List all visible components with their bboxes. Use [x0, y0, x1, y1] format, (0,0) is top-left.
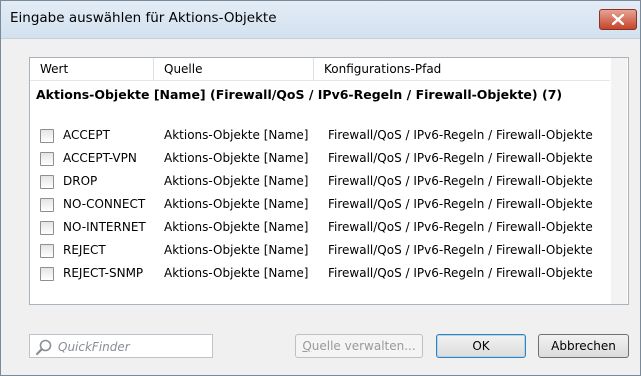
list-header: Wert Quelle Konfigurations-Pfad: [30, 58, 610, 81]
source-cell: Aktions-Objekte [Name]: [164, 243, 309, 257]
button-label: Abbrechen: [551, 339, 616, 353]
cancel-button[interactable]: Abbrechen: [538, 334, 629, 358]
path-cell: Firewall/QoS / IPv6-Regeln / Firewall-Ob…: [328, 266, 593, 280]
path-cell: Firewall/QoS / IPv6-Regeln / Firewall-Ob…: [328, 174, 593, 188]
checkbox-icon[interactable]: [40, 129, 54, 143]
close-icon: [612, 14, 624, 25]
button-mnemonic: Q: [302, 339, 312, 353]
source-cell: Aktions-Objekte [Name]: [164, 266, 309, 280]
selection-list[interactable]: Wert Quelle Konfigurations-Pfad Aktions-…: [29, 57, 629, 305]
source-cell: Aktions-Objekte [Name]: [164, 174, 309, 188]
checkbox-icon[interactable]: [40, 198, 54, 212]
value-cell: ACCEPT: [63, 128, 110, 142]
ok-button[interactable]: OK: [436, 334, 526, 358]
value-cell: DROP: [63, 174, 98, 188]
column-header-label: Wert: [40, 62, 69, 76]
source-cell: Aktions-Objekte [Name]: [164, 220, 309, 234]
path-cell: Firewall/QoS / IPv6-Regeln / Firewall-Ob…: [328, 197, 593, 211]
table-row[interactable]: ACCEPT Aktions-Objekte [Name] Firewall/QoS…: [30, 125, 610, 147]
checkbox-icon[interactable]: [40, 221, 54, 235]
close-button[interactable]: [599, 9, 637, 30]
table-row[interactable]: ACCEPT-VPN Aktions-Objekte [Name] Firewall…: [30, 148, 610, 170]
table-row[interactable]: REJECT-SNMP Aktions-Objekte [Name] Firewal…: [30, 263, 610, 285]
table-row[interactable]: REJECT Aktions-Objekte [Name] Firewall/QoS…: [30, 240, 610, 262]
value-cell: ACCEPT-VPN: [63, 151, 137, 165]
quickfinder-field[interactable]: [29, 334, 213, 358]
column-header-wert[interactable]: Wert: [30, 58, 154, 80]
value-cell: NO-INTERNET: [63, 220, 146, 234]
checkbox-icon[interactable]: [40, 244, 54, 258]
value-cell: REJECT-SNMP: [63, 266, 144, 280]
checkbox-icon[interactable]: [40, 175, 54, 189]
table-row[interactable]: DROP Aktions-Objekte [Name] Firewall/QoS /…: [30, 171, 610, 193]
value-cell: REJECT: [63, 243, 106, 257]
source-cell: Aktions-Objekte [Name]: [164, 197, 309, 211]
path-cell: Firewall/QoS / IPv6-Regeln / Firewall-Ob…: [328, 220, 593, 234]
path-cell: Firewall/QoS / IPv6-Regeln / Firewall-Ob…: [328, 151, 593, 165]
path-cell: Firewall/QoS / IPv6-Regeln / Firewall-Ob…: [328, 243, 593, 257]
title-bar: Eingabe auswählen für Aktions-Objekte: [1, 1, 640, 39]
column-header-quelle[interactable]: Quelle: [154, 58, 314, 80]
checkbox-icon[interactable]: [40, 152, 54, 166]
column-header-label: Quelle: [164, 62, 203, 76]
button-label: uelle verwalten...: [311, 339, 416, 353]
source-cell: Aktions-Objekte [Name]: [164, 128, 309, 142]
path-cell: Firewall/QoS / IPv6-Regeln / Firewall-Ob…: [328, 128, 593, 142]
button-label: OK: [472, 339, 490, 353]
manage-sources-button[interactable]: Quelle verwalten...: [295, 334, 423, 358]
table-row[interactable]: NO-INTERNET Aktions-Objekte [Name] Firewal…: [30, 217, 610, 239]
value-cell: NO-CONNECT: [63, 197, 146, 211]
quickfinder-input[interactable]: [56, 337, 210, 357]
search-icon: [35, 339, 52, 356]
dialog-window: Eingabe auswählen für Aktions-Objekte We…: [0, 0, 641, 376]
dialog-title: Eingabe auswählen für Aktions-Objekte: [10, 10, 277, 26]
column-header-pfad[interactable]: Konfigurations-Pfad: [314, 58, 610, 80]
column-header-label: Konfigurations-Pfad: [324, 62, 442, 76]
source-cell: Aktions-Objekte [Name]: [164, 151, 309, 165]
checkbox-icon[interactable]: [40, 267, 54, 281]
group-header: Aktions-Objekte [Name] (Firewall/QoS / I…: [36, 87, 563, 102]
table-row[interactable]: NO-CONNECT Aktions-Objekte [Name] Firewall…: [30, 194, 610, 216]
scrollbar-area[interactable]: [611, 58, 627, 304]
